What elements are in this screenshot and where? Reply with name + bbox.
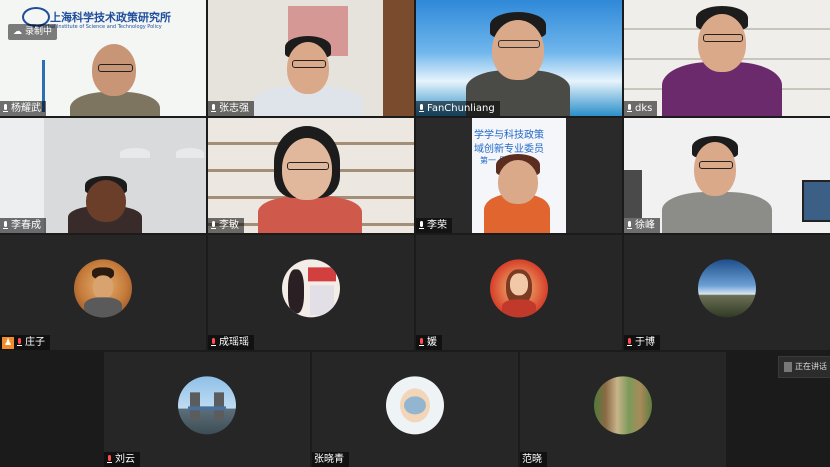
cloud-icon: ☁ xyxy=(13,27,22,37)
video-tile-zhang[interactable]: 张志强 xyxy=(208,0,414,116)
avatar xyxy=(74,258,132,317)
mic-icon xyxy=(210,103,217,114)
participant-name-label: 徐峰 xyxy=(624,218,660,233)
participant-name-label: 李荣 xyxy=(416,218,452,233)
avatar xyxy=(594,375,652,434)
mic-icon xyxy=(210,220,217,231)
mic-muted-icon xyxy=(16,337,23,348)
video-tile-fan[interactable]: FanChunliang xyxy=(416,0,622,116)
avatar-tile-zhuangzi[interactable]: ♟ 庄子 xyxy=(0,235,206,350)
institute-name-cn: 上海科学技术政策研究所 xyxy=(50,11,171,24)
participant-name-label: 张晓青 xyxy=(312,452,349,467)
participant-name-label: 媛 xyxy=(416,335,442,350)
monitor xyxy=(802,180,830,222)
ceiling-lamp-icon xyxy=(176,148,204,158)
recording-badge: ☁ 录制中 xyxy=(8,24,58,40)
mic-icon xyxy=(418,103,425,114)
avatar xyxy=(282,258,340,317)
window xyxy=(0,118,44,233)
slide-line-2: 域创新专业委员 xyxy=(474,144,544,155)
participant-name-label: 李敏 xyxy=(208,218,244,233)
video-tile-yang[interactable]: 上海科学技术政策研究所 Shanghai Institute of Scienc… xyxy=(0,0,206,116)
mic-icon xyxy=(626,103,633,114)
speaker-avatar-icon xyxy=(784,361,792,372)
participant-name-label: FanChunliang xyxy=(416,101,500,116)
mic-muted-icon xyxy=(210,337,217,348)
participant-name-label: ♟ 庄子 xyxy=(0,335,50,350)
host-icon: ♟ xyxy=(2,336,14,349)
ceiling-lamp-icon xyxy=(120,148,150,158)
participant-name-label: 杨耀武 xyxy=(0,101,46,116)
video-tile-dks[interactable]: dks xyxy=(624,0,830,116)
avatar-tile-cheng[interactable]: 成瑶瑶 xyxy=(208,235,414,350)
avatar-tile-yu[interactable]: 于博 xyxy=(624,235,830,350)
mic-icon xyxy=(2,103,9,114)
participant-name-label: dks xyxy=(624,101,658,116)
avatar-tile-yuan[interactable]: 媛 xyxy=(416,235,622,350)
slide-line-1: 学学与科技政策 xyxy=(474,130,544,141)
participant-name-label: 张志强 xyxy=(208,101,254,116)
participant-name-label: 李春成 xyxy=(0,218,46,233)
avatar xyxy=(698,258,756,317)
mic-muted-icon xyxy=(626,337,633,348)
video-tile-li-min[interactable]: 李敏 xyxy=(208,118,414,233)
office-chair xyxy=(624,170,642,218)
mic-icon xyxy=(418,220,425,231)
mic-muted-icon xyxy=(418,337,425,348)
avatar-tile-fan-xiao[interactable]: 范晓 xyxy=(520,352,726,467)
mic-icon xyxy=(2,220,9,231)
participant-name-label: 于博 xyxy=(624,335,660,350)
mic-icon xyxy=(626,220,633,231)
video-tile-xu-feng[interactable]: 徐峰 xyxy=(624,118,830,233)
avatar xyxy=(386,375,444,434)
participant-name-label: 成瑶瑶 xyxy=(208,335,254,350)
video-tile-li-chuncheng[interactable]: 李春成 xyxy=(0,118,206,233)
bookshelf xyxy=(383,0,414,116)
speaking-indicator[interactable]: 正在讲话 xyxy=(778,356,830,378)
avatar xyxy=(178,375,236,434)
mic-muted-icon xyxy=(106,454,113,465)
speaking-label: 正在讲话 xyxy=(795,362,827,371)
avatar-tile-liu[interactable]: 刘云 xyxy=(104,352,310,467)
video-tile-li-rong[interactable]: 学学与科技政策 域创新专业委员 第一 员会会议 李荣 xyxy=(416,118,622,233)
participant-name-label: 刘云 xyxy=(104,452,140,467)
participant-name-label: 范晓 xyxy=(520,452,547,467)
avatar xyxy=(490,258,548,317)
avatar-tile-zhang-xiaoqing[interactable]: 张晓青 xyxy=(312,352,518,467)
